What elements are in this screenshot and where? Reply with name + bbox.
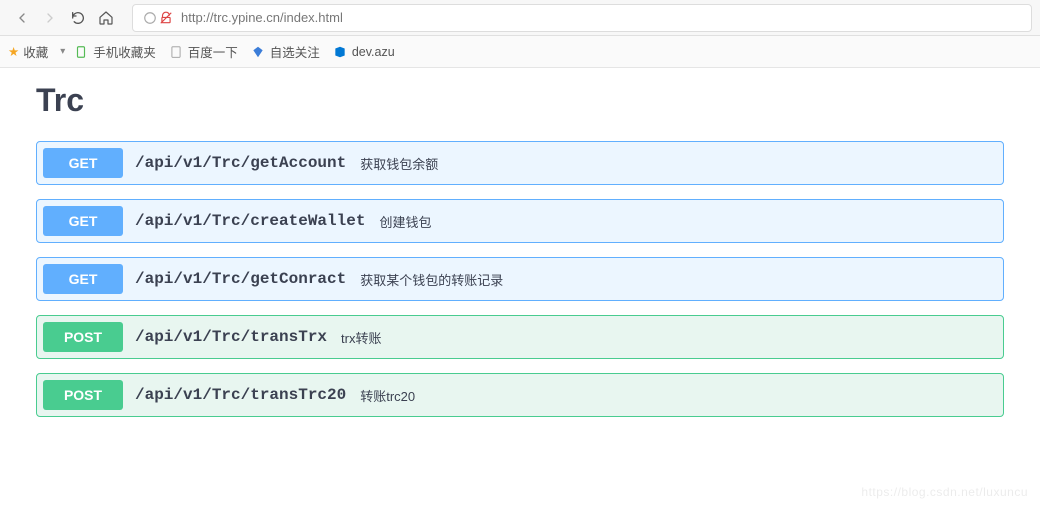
endpoint-row[interactable]: POST/api/v1/Trc/transTrc20 转账trc20 bbox=[36, 373, 1004, 417]
endpoint-description: 获取某个钱包的转账记录 bbox=[360, 270, 503, 289]
endpoint-row[interactable]: GET/api/v1/Trc/createWallet 创建钱包 bbox=[36, 199, 1004, 243]
address-bar[interactable]: http://trc.ypine.cn/index.html bbox=[132, 4, 1032, 32]
watermark: https://blog.csdn.net/luxuncu bbox=[861, 485, 1028, 499]
star-icon: ★ bbox=[8, 44, 19, 59]
favorites-label: 收藏 bbox=[23, 42, 48, 61]
endpoint-row[interactable]: GET/api/v1/Trc/getConract 获取某个钱包的转账记录 bbox=[36, 257, 1004, 301]
bookmark-label: 自选关注 bbox=[270, 42, 320, 61]
endpoint-path: /api/v1/Trc/transTrc20 bbox=[135, 386, 346, 404]
bookmark-devazure[interactable]: dev.azu bbox=[332, 44, 395, 60]
chevron-right-icon bbox=[42, 10, 58, 26]
bookmarks-bar: ★ 收藏 ▾ 手机收藏夹 百度一下 自选关注 dev.azu bbox=[0, 36, 1040, 68]
reload-icon bbox=[70, 10, 86, 26]
back-button[interactable] bbox=[8, 4, 36, 32]
bookmark-watchlist[interactable]: 自选关注 bbox=[250, 42, 320, 61]
endpoint-description: 获取钱包余额 bbox=[360, 154, 438, 173]
url-text: http://trc.ypine.cn/index.html bbox=[181, 10, 343, 25]
http-method-badge: GET bbox=[43, 206, 123, 236]
endpoints-list: GET/api/v1/Trc/getAccount获取钱包余额GET/api/v… bbox=[36, 141, 1004, 417]
endpoint-description: trx转账 bbox=[341, 328, 381, 347]
browser-toolbar: http://trc.ypine.cn/index.html bbox=[0, 0, 1040, 36]
page-icon bbox=[168, 44, 184, 60]
endpoint-description: 创建钱包 bbox=[379, 212, 431, 231]
reload-button[interactable] bbox=[64, 4, 92, 32]
site-security-icon bbox=[143, 11, 173, 25]
bookmark-mobile-favorites[interactable]: 手机收藏夹 bbox=[73, 42, 156, 61]
bookmark-label: dev.azu bbox=[352, 45, 395, 59]
endpoint-path: /api/v1/Trc/getAccount bbox=[135, 154, 346, 172]
bookmark-baidu[interactable]: 百度一下 bbox=[168, 42, 238, 61]
endpoint-row[interactable]: GET/api/v1/Trc/getAccount 获取钱包余额 bbox=[36, 141, 1004, 185]
chevron-left-icon bbox=[14, 10, 30, 26]
endpoint-description: 转账trc20 bbox=[360, 386, 415, 405]
endpoint-row[interactable]: POST/api/v1/Trc/transTrx trx转账 bbox=[36, 315, 1004, 359]
home-button[interactable] bbox=[92, 4, 120, 32]
dropdown-icon: ▾ bbox=[60, 46, 65, 57]
page-title: Trc bbox=[36, 82, 1004, 119]
bookmark-label: 手机收藏夹 bbox=[93, 42, 156, 61]
azure-icon bbox=[332, 44, 348, 60]
endpoint-path: /api/v1/Trc/getConract bbox=[135, 270, 346, 288]
home-icon bbox=[98, 10, 114, 26]
http-method-badge: GET bbox=[43, 148, 123, 178]
page-content: Trc GET/api/v1/Trc/getAccount获取钱包余额GET/a… bbox=[0, 68, 1040, 417]
diamond-icon bbox=[250, 44, 266, 60]
http-method-badge: POST bbox=[43, 322, 123, 352]
bookmark-label: 百度一下 bbox=[188, 42, 238, 61]
endpoint-path: /api/v1/Trc/createWallet bbox=[135, 212, 365, 230]
http-method-badge: GET bbox=[43, 264, 123, 294]
forward-button[interactable] bbox=[36, 4, 64, 32]
mobile-icon bbox=[73, 44, 89, 60]
endpoint-path: /api/v1/Trc/transTrx bbox=[135, 328, 327, 346]
http-method-badge: POST bbox=[43, 380, 123, 410]
favorites-menu[interactable]: ★ 收藏 bbox=[8, 42, 48, 61]
